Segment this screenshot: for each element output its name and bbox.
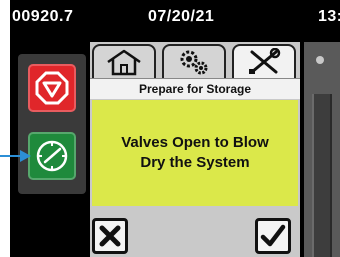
- x-icon: [99, 225, 121, 247]
- message-line-1: Valves Open to Blow: [121, 134, 269, 151]
- clock-start-icon: [36, 140, 68, 172]
- stop-button[interactable]: [28, 64, 76, 112]
- wrench-screwdriver-icon: [249, 48, 281, 74]
- scroll-slot[interactable]: [312, 94, 332, 257]
- message-line-2: Dry the System: [140, 154, 250, 171]
- tab-tools[interactable]: [232, 44, 296, 78]
- page-title: Prepare for Storage: [90, 78, 300, 99]
- stop-octagon-icon: [35, 71, 69, 105]
- home-icon: [107, 49, 141, 76]
- hour-meter: 00920.7: [12, 8, 74, 25]
- controller-display: 00920.7 07/20/21 13:29: [10, 0, 340, 257]
- tab-home[interactable]: [92, 44, 156, 78]
- control-sidebar: [18, 54, 86, 194]
- confirm-button[interactable]: [255, 218, 291, 254]
- status-message: Valves Open to Blow Dry the System: [92, 100, 298, 206]
- indicator-dot: [316, 56, 324, 64]
- callout-arrow-icon: [0, 150, 31, 162]
- gears-icon: [180, 50, 208, 75]
- date-display: 07/20/21: [148, 8, 215, 25]
- checkmark-icon: [260, 224, 286, 247]
- right-panel: [304, 42, 340, 257]
- tab-settings[interactable]: [162, 44, 226, 78]
- main-screen: Prepare for Storage Valves Open to Blow …: [90, 42, 300, 257]
- time-display: 13:29: [318, 8, 340, 25]
- start-button[interactable]: [28, 132, 76, 180]
- cancel-button[interactable]: [92, 218, 128, 254]
